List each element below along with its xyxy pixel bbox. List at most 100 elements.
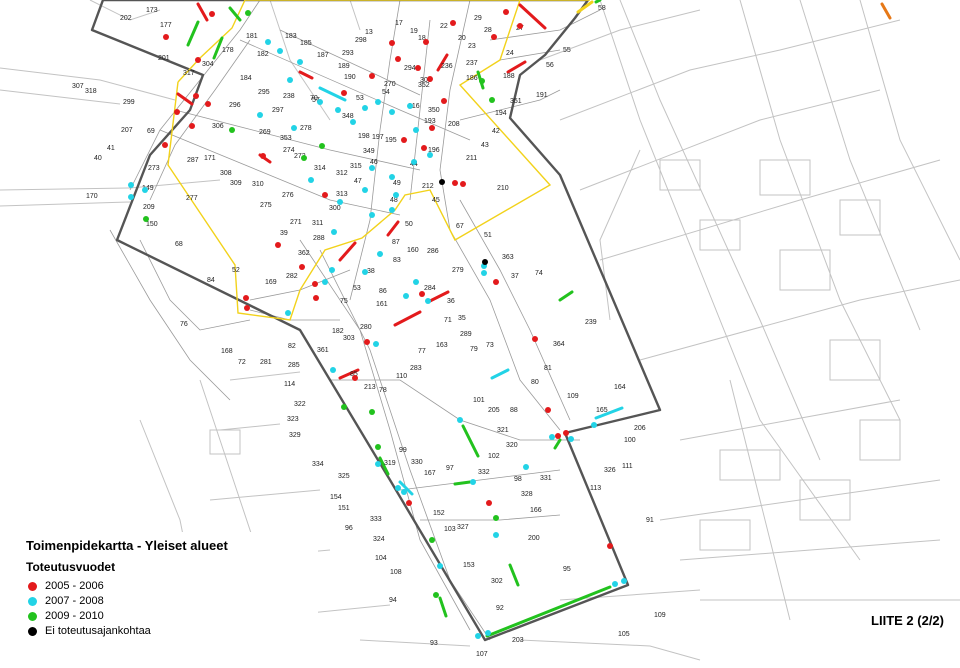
map-point-marker: [308, 177, 314, 183]
map-point-marker: [189, 123, 195, 129]
map-point-marker: [413, 279, 419, 285]
map-point-marker: [163, 34, 169, 40]
site-number-label: 351: [510, 98, 522, 105]
cyan-dot-icon: [28, 596, 37, 606]
site-number-label: 325: [338, 473, 350, 480]
site-number-label: 20: [458, 35, 466, 42]
map-point-marker: [411, 159, 417, 165]
site-number-label: 22: [440, 23, 448, 30]
map-point-marker: [337, 199, 343, 205]
site-number-label: 37: [511, 273, 519, 280]
site-number-label: 326: [604, 467, 616, 474]
site-number-label: 364: [553, 341, 565, 348]
site-number-label: 307: [72, 83, 84, 90]
site-number-label: 294: [404, 65, 416, 72]
map-point-marker: [128, 182, 134, 188]
site-number-label: 92: [496, 605, 504, 612]
site-number-label: 284: [424, 285, 436, 292]
map-point-marker: [245, 10, 251, 16]
site-number-label: 114: [284, 381, 295, 388]
map-point-marker: [452, 180, 458, 186]
site-number-label: 96: [345, 525, 353, 532]
site-number-label: 200: [528, 535, 540, 542]
site-number-label: 153: [463, 562, 475, 569]
map-point-marker: [362, 269, 368, 275]
map-point-marker: [427, 152, 433, 158]
site-number-label: 171: [204, 155, 216, 162]
site-number-label: 319: [384, 460, 396, 467]
site-number-label: 329: [289, 432, 301, 439]
map-point-marker: [395, 56, 401, 62]
site-number-label: 97: [446, 465, 454, 472]
site-number-label: 109: [567, 393, 579, 400]
map-point-marker: [475, 633, 481, 639]
map-point-marker: [621, 578, 627, 584]
site-number-label: 203: [512, 637, 524, 644]
site-number-label: 197: [372, 134, 384, 141]
legend-item-label: 2009 - 2010: [45, 610, 104, 622]
map-point-marker: [415, 65, 421, 71]
map-point-marker: [257, 112, 263, 118]
site-number-label: 333: [370, 516, 382, 523]
site-number-label: 164: [614, 384, 626, 391]
site-number-label: 36: [447, 298, 455, 305]
map-point-marker: [195, 57, 201, 63]
site-number-label: 98: [514, 476, 522, 483]
site-number-label: 350: [428, 107, 440, 114]
site-number-label: 213: [364, 384, 376, 391]
map-point-marker: [493, 515, 499, 521]
site-number-label: 362: [298, 250, 310, 257]
site-number-label: 302: [491, 578, 503, 585]
site-number-label: 183: [285, 33, 297, 40]
site-number-label: 41: [107, 145, 115, 152]
site-number-label: 29: [474, 15, 482, 22]
site-number-label: 280: [360, 324, 372, 331]
map-point-marker: [128, 194, 134, 200]
map-point-marker: [244, 305, 250, 311]
map-point-marker: [439, 179, 445, 185]
site-number-label: 187: [317, 52, 329, 59]
site-number-label: 238: [283, 93, 295, 100]
site-number-label: 271: [290, 219, 302, 226]
site-number-label: 287: [187, 157, 199, 164]
site-number-label: 288: [313, 235, 325, 242]
map-point-marker: [460, 181, 466, 187]
map-point-marker: [549, 434, 555, 440]
sheet-label: LIITE 2 (2/2): [871, 613, 944, 628]
site-number-label: 185: [300, 40, 312, 47]
legend-item-2005-2006: 2005 - 2006: [28, 580, 104, 592]
site-number-label: 209: [143, 204, 155, 211]
site-number-label: 103: [444, 526, 456, 533]
site-number-label: 102: [488, 453, 500, 460]
map-point-marker: [486, 500, 492, 506]
site-number-label: 293: [342, 50, 354, 57]
site-number-label: 55: [563, 47, 571, 54]
site-number-label: 286: [427, 248, 439, 255]
site-number-label: 304: [202, 61, 214, 68]
map-point-marker: [532, 336, 538, 342]
map-point-marker: [612, 581, 618, 587]
map-point-marker: [369, 409, 375, 415]
map-point-marker: [419, 291, 425, 297]
site-number-label: 150: [146, 221, 158, 228]
site-number-label: 75: [340, 298, 348, 305]
site-number-label: 323: [287, 416, 299, 423]
site-number-label: 328: [521, 491, 533, 498]
site-number-label: 28: [484, 27, 492, 34]
site-number-label: 177: [160, 22, 172, 29]
site-number-label: 82: [288, 343, 296, 350]
map-point-marker: [193, 93, 199, 99]
map-point-marker: [457, 417, 463, 423]
site-number-label: 363: [502, 254, 514, 261]
site-number-label: 74: [535, 270, 543, 277]
map-point-marker: [335, 107, 341, 113]
site-number-label: 173: [146, 7, 158, 14]
site-number-label: 84: [207, 277, 215, 284]
map-point-marker: [479, 78, 485, 84]
site-number-label: 324: [373, 536, 385, 543]
site-number-label: 349: [363, 148, 375, 155]
site-number-label: 93: [430, 640, 438, 647]
map-point-marker: [389, 40, 395, 46]
map-point-marker: [493, 279, 499, 285]
site-number-label: 100: [624, 437, 636, 444]
